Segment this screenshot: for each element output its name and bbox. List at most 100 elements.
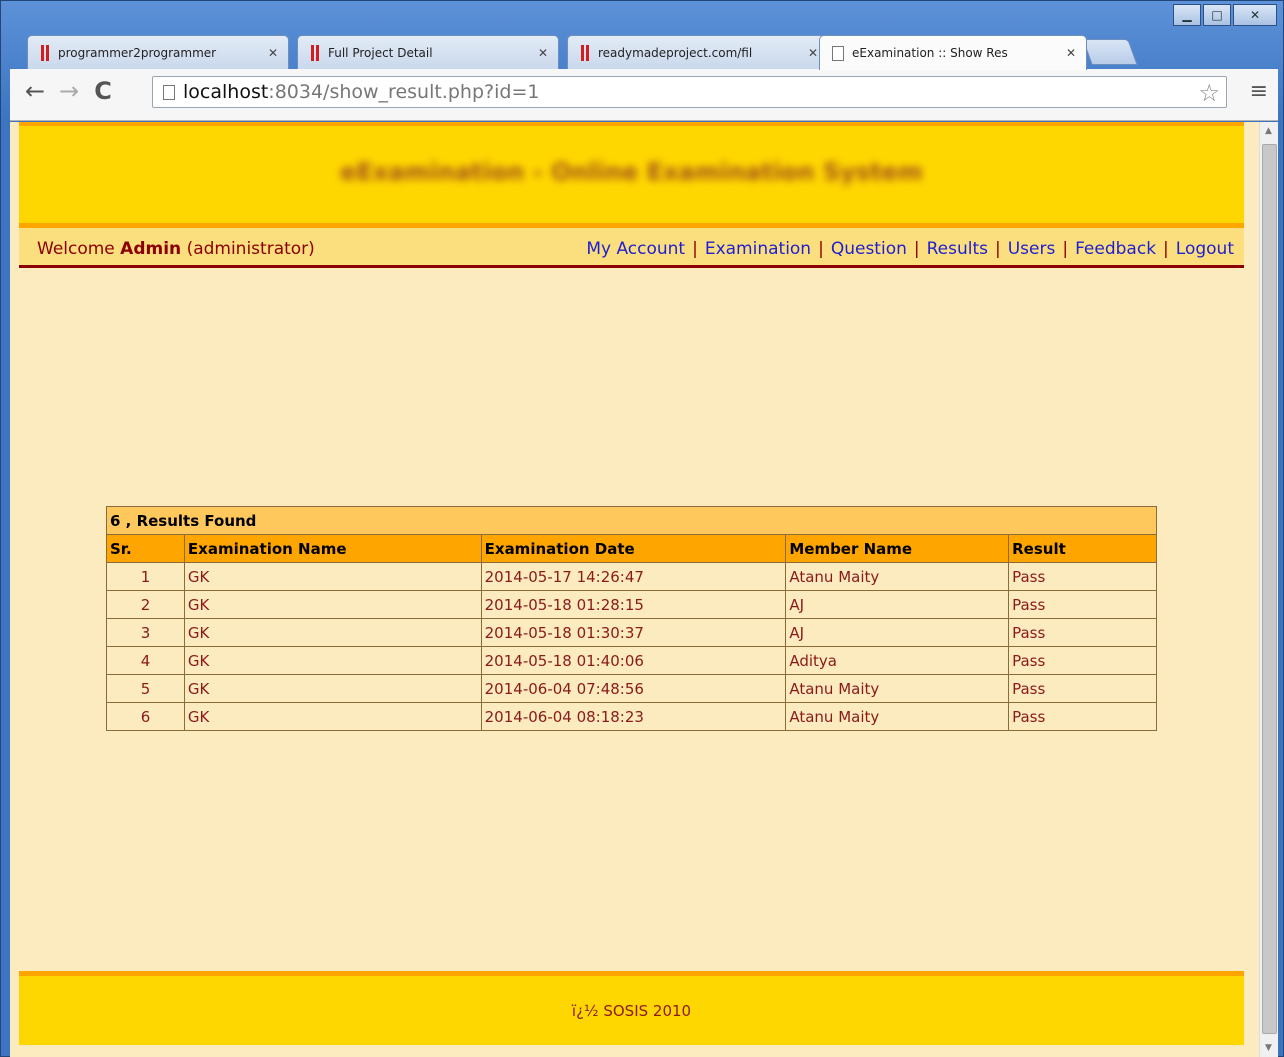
back-arrow-icon[interactable]: ← (22, 77, 48, 105)
cell-exam-name: GK (183, 590, 482, 619)
cell-result: Pass (1008, 702, 1157, 731)
cell-sr: 4 (106, 646, 185, 675)
results-table: 6 , Results Found Sr. Examination Name E… (106, 506, 1157, 731)
cell-result: Pass (1008, 618, 1157, 647)
table-row: 5 GK 2014-06-04 07:48:56 Atanu Maity Pas… (106, 674, 1157, 703)
table-row: 2 GK 2014-05-18 01:28:15 AJ Pass (106, 590, 1157, 619)
nav-link-examination[interactable]: Examination (705, 239, 811, 259)
page-icon (832, 45, 844, 61)
close-tab-icon[interactable]: ✕ (268, 46, 278, 60)
tab-programmer2programmer[interactable]: programmer2programmer ✕ (27, 35, 289, 69)
welcome-user: Admin (120, 239, 182, 259)
hamburger-menu-icon[interactable]: ≡ (1250, 79, 1268, 104)
new-tab-button[interactable] (1082, 39, 1138, 65)
site-title: eExamination - Online Examination System (340, 158, 923, 186)
cell-result: Pass (1008, 674, 1157, 703)
tab-title: Full Project Detail (328, 45, 433, 60)
nav-bar: Welcome Admin (administrator) My Account… (19, 228, 1244, 268)
maximize-icon[interactable]: □ (1203, 4, 1231, 26)
nav-link-users[interactable]: Users (1008, 239, 1056, 259)
cell-exam-date: 2014-05-18 01:40:06 (480, 646, 787, 675)
cell-result: Pass (1008, 562, 1157, 591)
table-row: 6 GK 2014-06-04 08:18:23 Atanu Maity Pas… (106, 702, 1157, 731)
nav-link-feedback[interactable]: Feedback (1075, 239, 1156, 259)
site-footer: ï¿½ SOSIS 2010 (19, 971, 1244, 1045)
page-icon (163, 84, 175, 100)
cell-sr: 6 (106, 702, 185, 731)
bookmark-star-icon[interactable]: ☆ (1198, 79, 1220, 107)
nav-separator: | (995, 239, 1001, 259)
forward-arrow-icon[interactable]: → (56, 77, 82, 105)
browser-toolbar: ← → C localhost:8034/show_result.php?id=… (10, 69, 1278, 121)
nav-separator: | (1062, 239, 1069, 259)
cell-sr: 2 (106, 590, 185, 619)
cell-exam-name: GK (183, 702, 482, 731)
tab-title: readymadeproject.com/fil (598, 45, 753, 60)
cell-member-name: Atanu Maity (785, 674, 1010, 703)
column-header-exam-date: Examination Date (480, 534, 787, 563)
cell-member-name: Atanu Maity (785, 702, 1010, 731)
tab-eexamination[interactable]: eExamination :: Show Res ✕ (819, 35, 1087, 70)
red-bars-icon (310, 44, 320, 61)
cell-exam-name: GK (183, 562, 482, 591)
nav-separator: | (1163, 239, 1169, 259)
cell-member-name: Aditya (785, 646, 1010, 675)
cell-exam-date: 2014-05-18 01:28:15 (480, 590, 787, 619)
url-host: localhost (183, 81, 269, 103)
tab-full-project-detail[interactable]: Full Project Detail ✕ (297, 35, 559, 69)
reload-icon[interactable]: C (90, 77, 116, 105)
close-tab-icon[interactable]: ✕ (1066, 46, 1076, 60)
welcome-prefix: Welcome (37, 239, 115, 259)
results-count: 6 , Results Found (106, 506, 1157, 535)
cell-exam-name: GK (183, 646, 482, 675)
nav-links: My Account | Examination | Question | Results |… (586, 239, 1234, 259)
nav-link-logout[interactable]: Logout (1176, 239, 1234, 259)
column-header-exam-name: Examination Name (183, 534, 482, 563)
cell-exam-date: 2014-06-04 07:48:56 (480, 674, 787, 703)
cell-exam-date: 2014-05-17 14:26:47 (480, 562, 787, 591)
table-row: 4 GK 2014-05-18 01:40:06 Aditya Pass (106, 646, 1157, 675)
tab-title: eExamination :: Show Res (852, 46, 1008, 60)
close-tab-icon[interactable]: ✕ (808, 46, 818, 60)
vertical-scrollbar[interactable]: ▲ ▼ (1259, 122, 1278, 1057)
window-controls: ▁ □ ✕ (1171, 4, 1277, 26)
cell-exam-name: GK (183, 674, 482, 703)
column-header-sr: Sr. (106, 534, 185, 563)
address-bar[interactable]: localhost:8034/show_result.php?id=1 ☆ (152, 76, 1227, 108)
red-bars-icon (580, 44, 590, 61)
site-header: eExamination - Online Examination System (19, 122, 1244, 228)
cell-exam-name: GK (183, 618, 482, 647)
nav-link-my-account[interactable]: My Account (586, 239, 685, 259)
cell-sr: 5 (106, 674, 185, 703)
tab-readymadeproject[interactable]: readymadeproject.com/fil ✕ (567, 35, 829, 69)
browser-window: ▁ □ ✕ programmer2programmer ✕ Full Proje… (0, 0, 1284, 1057)
footer-copyright: ï¿½ SOSIS 2010 (571, 1002, 692, 1020)
nav-link-results[interactable]: Results (927, 239, 988, 259)
minimize-icon[interactable]: ▁ (1173, 4, 1201, 26)
cell-result: Pass (1008, 590, 1157, 619)
cell-sr: 3 (106, 618, 185, 647)
tab-strip: programmer2programmer ✕ Full Project Det… (27, 31, 1267, 70)
column-header-result: Result (1008, 534, 1157, 563)
table-row: 3 GK 2014-05-18 01:30:37 AJ Pass (106, 618, 1157, 647)
cell-result: Pass (1008, 646, 1157, 675)
scroll-down-icon[interactable]: ▼ (1265, 1043, 1272, 1053)
welcome-message: Welcome Admin (administrator) (37, 239, 315, 259)
close-window-icon[interactable]: ✕ (1233, 4, 1277, 26)
scroll-up-icon[interactable]: ▲ (1265, 126, 1272, 136)
red-bars-icon (40, 44, 50, 61)
scrollbar-thumb[interactable] (1262, 144, 1277, 1034)
cell-member-name: AJ (785, 590, 1010, 619)
nav-link-question[interactable]: Question (831, 239, 907, 259)
page-viewport: eExamination - Online Examination System… (10, 122, 1259, 1057)
close-tab-icon[interactable]: ✕ (538, 46, 548, 60)
nav-separator: | (913, 239, 920, 259)
tab-title: programmer2programmer (58, 45, 217, 60)
welcome-role: (administrator) (186, 239, 315, 259)
nav-separator: | (692, 239, 698, 259)
cell-sr: 1 (106, 562, 185, 591)
table-row: 1 GK 2014-05-17 14:26:47 Atanu Maity Pas… (106, 562, 1157, 591)
cell-member-name: AJ (785, 618, 1010, 647)
url-path: :8034/show_result.php?id=1 (268, 81, 540, 103)
cell-exam-date: 2014-05-18 01:30:37 (480, 618, 787, 647)
